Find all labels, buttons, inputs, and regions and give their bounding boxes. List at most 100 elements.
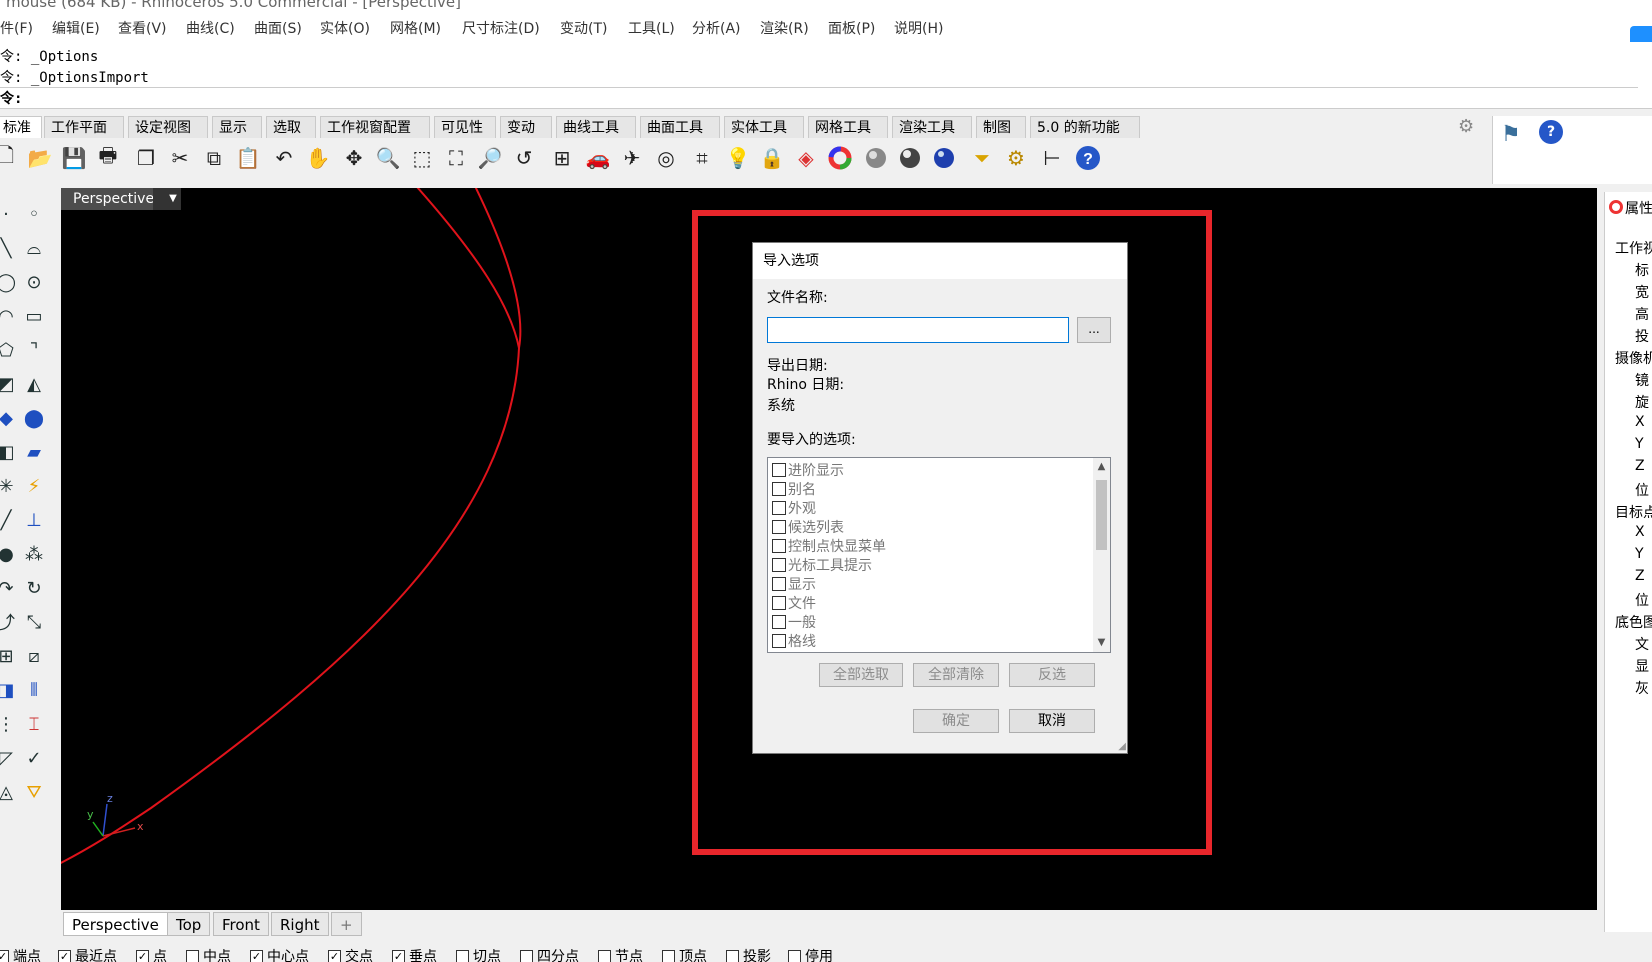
history-icon[interactable]: ⌶ bbox=[22, 712, 46, 736]
osnap-near[interactable]: 最近点 bbox=[58, 946, 117, 962]
undo-view-icon[interactable]: ↺ bbox=[510, 144, 538, 172]
light-icon[interactable]: ⛛ bbox=[22, 780, 46, 804]
list-item[interactable]: 候选列表 bbox=[772, 517, 844, 537]
polyline-icon[interactable]: ⌓ bbox=[22, 236, 46, 260]
zoom-icon[interactable]: 🔍 bbox=[374, 144, 402, 172]
sphere-icon[interactable]: ⬤ bbox=[22, 406, 46, 430]
tab-right[interactable]: Right bbox=[271, 912, 329, 936]
tab-top[interactable]: Top bbox=[167, 912, 211, 936]
options-list[interactable]: 进阶显示 别名 外观 候选列表 控制点快显菜单 光标工具提示 显示 文件 一般 … bbox=[767, 457, 1111, 653]
osnap-mid[interactable]: 中点 bbox=[186, 946, 231, 962]
osnap-knot[interactable]: 节点 bbox=[598, 946, 643, 962]
tab-render-tools[interactable]: 渲染工具 bbox=[892, 116, 972, 138]
light-bulb-icon[interactable]: 💡 bbox=[724, 144, 752, 172]
checkbox[interactable] bbox=[772, 501, 786, 515]
array-icon[interactable]: ⊞ bbox=[0, 644, 18, 668]
ellipse-icon[interactable]: ⊙ bbox=[22, 270, 46, 294]
group-icon[interactable]: ⁂ bbox=[22, 542, 46, 566]
rendered-sphere-icon[interactable] bbox=[896, 144, 924, 172]
list-item[interactable]: 一般 bbox=[772, 612, 816, 632]
zoom-window-icon[interactable]: ⬚ bbox=[408, 144, 436, 172]
rotate-icon[interactable]: ↻ bbox=[22, 576, 46, 600]
osnap-disable[interactable]: 停用 bbox=[788, 946, 833, 962]
tab-mesh-tools[interactable]: 网格工具 bbox=[808, 116, 888, 138]
scroll-down-icon[interactable]: ▼ bbox=[1093, 634, 1110, 652]
loft-icon[interactable]: ◭ bbox=[22, 372, 46, 396]
checkbox[interactable] bbox=[772, 463, 786, 477]
osnap-end[interactable]: 端点 bbox=[0, 946, 41, 962]
copy-tool-icon[interactable]: ⤴ bbox=[0, 610, 18, 634]
osnap-int[interactable]: 交点 bbox=[328, 946, 373, 962]
mirror-icon[interactable]: ⧄ bbox=[22, 644, 46, 668]
list-item[interactable]: 别名 bbox=[772, 479, 816, 499]
osnap-project[interactable]: 投影 bbox=[726, 946, 771, 962]
checkbox[interactable] bbox=[328, 949, 341, 962]
cut-icon[interactable]: ✂ bbox=[166, 144, 194, 172]
checkbox[interactable] bbox=[0, 949, 9, 962]
cplane-icon[interactable]: ◨ bbox=[0, 678, 18, 702]
list-item[interactable]: 文件 bbox=[772, 593, 816, 613]
checkbox[interactable] bbox=[58, 949, 71, 962]
settings-gear-icon[interactable]: ⚙ bbox=[1002, 144, 1030, 172]
cancel-button[interactable]: 取消 bbox=[1009, 709, 1095, 733]
pan-hand-icon[interactable]: ✋ bbox=[304, 144, 332, 172]
help-icon[interactable]: ? bbox=[1539, 120, 1563, 144]
clear-all-button[interactable]: 全部清除 bbox=[913, 663, 999, 687]
checkbox[interactable] bbox=[726, 949, 739, 962]
menu-view[interactable]: 查看(V) bbox=[118, 18, 167, 38]
copy-paste-icon[interactable]: ❐ bbox=[132, 144, 160, 172]
checkbox[interactable] bbox=[520, 949, 533, 962]
flag-icon[interactable]: ⚑ bbox=[1501, 122, 1521, 147]
osnap-tan[interactable]: 切点 bbox=[456, 946, 501, 962]
tab-select[interactable]: 选取 bbox=[266, 116, 316, 138]
line-icon[interactable]: ╲ bbox=[0, 236, 18, 260]
lock-icon[interactable]: 🔒 bbox=[758, 144, 786, 172]
scroll-thumb[interactable] bbox=[1096, 480, 1107, 550]
dimension-icon[interactable]: ⊢ bbox=[1038, 144, 1066, 172]
help-icon[interactable]: ? bbox=[1074, 144, 1102, 172]
point-icon[interactable]: · bbox=[0, 202, 18, 226]
checkbox[interactable] bbox=[772, 615, 786, 629]
list-item[interactable]: 进阶显示 bbox=[772, 460, 844, 480]
open-folder-icon[interactable]: 📂 bbox=[26, 144, 54, 172]
box-icon[interactable]: ◆ bbox=[0, 406, 18, 430]
tab-cplanes[interactable]: 工作平面 bbox=[44, 116, 124, 138]
tab-settings-gear-icon[interactable]: ⚙ bbox=[1458, 116, 1474, 137]
osnap-perp[interactable]: 垂点 bbox=[392, 946, 437, 962]
rotate-view-icon[interactable]: ✥ bbox=[340, 144, 368, 172]
menu-edit[interactable]: 编辑(E) bbox=[52, 18, 100, 38]
checkbox[interactable] bbox=[186, 949, 199, 962]
fillet-icon[interactable]: ⌝ bbox=[22, 338, 46, 362]
save-icon[interactable]: 💾 bbox=[60, 144, 88, 172]
scale-icon[interactable]: ⤡ bbox=[22, 610, 46, 634]
point-icon[interactable]: ◦ bbox=[22, 202, 46, 226]
print-icon[interactable]: 🖶 bbox=[94, 143, 122, 172]
tab-standard[interactable]: 标准 bbox=[0, 116, 42, 138]
explode-icon[interactable]: ✳ bbox=[0, 474, 18, 498]
tab-drafting[interactable]: 制图 bbox=[976, 116, 1026, 138]
mesh-plane-icon[interactable]: ▰ bbox=[22, 440, 46, 464]
checkbox[interactable] bbox=[456, 949, 469, 962]
menu-transform[interactable]: 变动(T) bbox=[560, 18, 607, 38]
render-icon[interactable]: ◬ bbox=[0, 780, 18, 804]
undo-icon[interactable]: ↶ bbox=[270, 144, 298, 172]
tab-visibility[interactable]: 可见性 bbox=[434, 116, 496, 138]
color-wheel-icon[interactable] bbox=[826, 144, 854, 172]
circle-tool-icon[interactable]: ◯ bbox=[0, 270, 18, 294]
arc-icon[interactable]: ◠ bbox=[0, 304, 18, 328]
osnap-vertex[interactable]: 顶点 bbox=[662, 946, 707, 962]
join-icon[interactable]: ● bbox=[0, 542, 18, 566]
options-scrollbar[interactable]: ▲ ▼ bbox=[1093, 458, 1110, 652]
tab-perspective[interactable]: Perspective bbox=[63, 912, 168, 936]
plane-icon[interactable]: ✈ bbox=[618, 144, 646, 172]
list-item[interactable]: 格线 bbox=[772, 631, 816, 651]
checkbox[interactable] bbox=[772, 558, 786, 572]
checkbox[interactable] bbox=[772, 482, 786, 496]
list-item[interactable]: 外观 bbox=[772, 498, 816, 518]
menu-help[interactable]: 说明(H) bbox=[894, 18, 943, 38]
checkbox[interactable] bbox=[772, 596, 786, 610]
trim-icon[interactable]: ╱ bbox=[0, 508, 18, 532]
surface-icon[interactable]: ◩ bbox=[0, 372, 18, 396]
ok-button[interactable]: 确定 bbox=[913, 709, 999, 733]
checkbox[interactable] bbox=[772, 539, 786, 553]
